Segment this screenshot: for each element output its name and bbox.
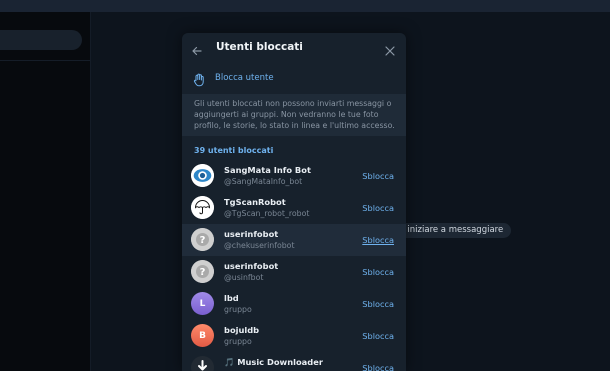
user-name: lbd [224, 293, 239, 303]
chat-list-panel [0, 12, 91, 371]
user-name: bojuldb [224, 325, 260, 335]
divider [0, 60, 90, 61]
blocked-count-label: 39 utenti bloccati [194, 146, 274, 155]
block-user-label: Blocca utente [215, 73, 274, 83]
svg-text:?: ? [200, 267, 206, 278]
avatar [191, 164, 214, 187]
unblock-button[interactable]: Sblocca [362, 299, 394, 309]
umbrella-icon [191, 196, 214, 219]
back-arrow-icon[interactable] [191, 42, 203, 56]
blocked-users-list: SangMata Info Bot @SangMataInfo_bot Sblo… [182, 160, 406, 371]
hand-icon [193, 72, 205, 87]
app-top-bar [0, 0, 610, 12]
unblock-button[interactable]: Sblocca [362, 363, 394, 371]
list-item[interactable]: B bojuldb gruppo Sblocca [182, 320, 406, 352]
download-icon [191, 356, 214, 371]
question-icon: ? [191, 228, 214, 251]
dialog-title: Utenti bloccati [216, 41, 303, 53]
user-handle: gruppo [224, 337, 252, 346]
list-item[interactable]: ? userinfobot @usinfbot Sblocca [182, 256, 406, 288]
unblock-button[interactable]: Sblocca [362, 331, 394, 341]
avatar: L [191, 292, 214, 315]
avatar: ? [191, 260, 214, 283]
eye-icon [191, 164, 214, 187]
dialog-header: Utenti bloccati [182, 33, 406, 63]
list-item[interactable]: SangMata Info Bot @SangMataInfo_bot Sblo… [182, 160, 406, 192]
unblock-button[interactable]: Sblocca [362, 267, 394, 277]
avatar: B [191, 324, 214, 347]
unblock-button[interactable]: Sblocca [362, 235, 394, 245]
user-handle: @SangMataInfo_bot [224, 177, 303, 186]
unblock-button[interactable]: Sblocca [362, 203, 394, 213]
user-handle: gruppo [224, 305, 252, 314]
list-item[interactable]: 🎵 Music Downloader Sblocca [182, 352, 406, 371]
info-text: Gli utenti bloccati non possono inviarti… [182, 94, 406, 136]
list-item[interactable]: ? userinfobot @chekuserinfobot Sblocca [182, 224, 406, 256]
search-input[interactable] [0, 30, 82, 50]
avatar [191, 356, 214, 371]
user-name: 🎵 Music Downloader [224, 357, 323, 367]
unblock-button[interactable]: Sblocca [362, 171, 394, 181]
user-name: userinfobot [224, 261, 279, 271]
user-handle: @chekuserinfobot [224, 241, 295, 250]
block-user-button[interactable]: Blocca utente [182, 63, 406, 94]
list-item[interactable]: TgScanRobot @TgScan_robot_robot Sblocca [182, 192, 406, 224]
user-handle: @usinfbot [224, 273, 264, 282]
list-item[interactable]: L lbd gruppo Sblocca [182, 288, 406, 320]
close-icon[interactable] [384, 42, 396, 56]
question-icon: ? [191, 260, 214, 283]
user-name: TgScanRobot [224, 197, 286, 207]
svg-text:?: ? [200, 235, 206, 246]
user-handle: @TgScan_robot_robot [224, 209, 310, 218]
avatar [191, 196, 214, 219]
avatar: ? [191, 228, 214, 251]
user-name: SangMata Info Bot [224, 165, 311, 175]
user-name: userinfobot [224, 229, 279, 239]
blocked-users-dialog: Utenti bloccati Blocca utente Gli utenti… [182, 33, 406, 371]
